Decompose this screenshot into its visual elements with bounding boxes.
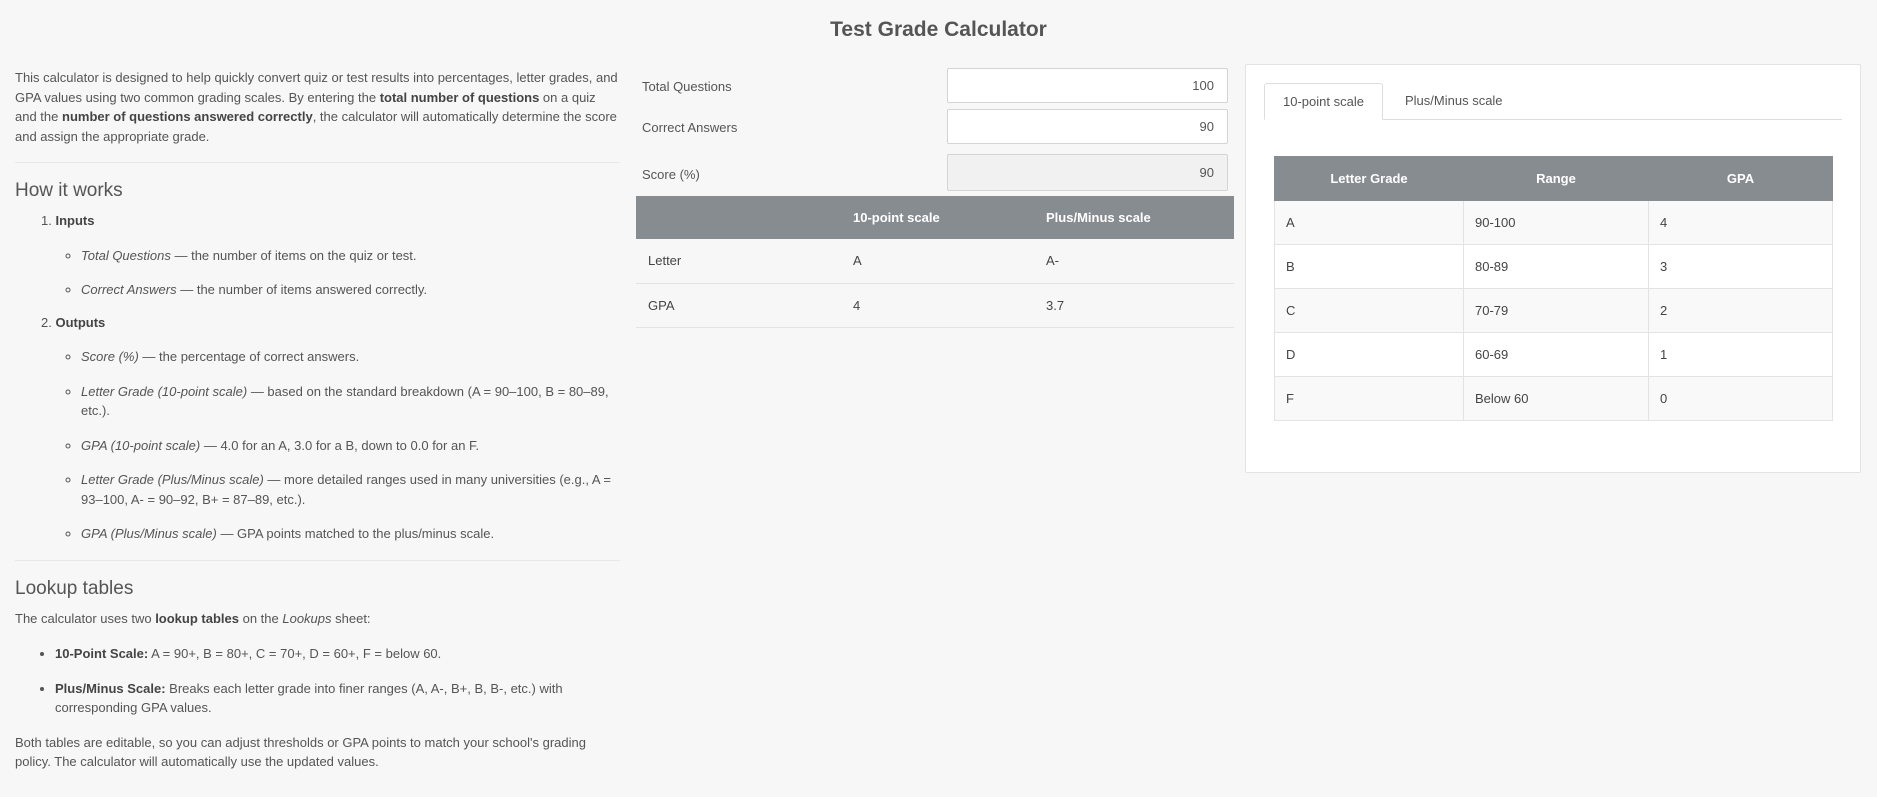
- table-cell: 60-69: [1463, 332, 1649, 377]
- outputs-list: Score (%) — the percentage of correct an…: [41, 347, 620, 544]
- tab-10-point-scale[interactable]: 10-point scale: [1264, 83, 1383, 120]
- lookup-table: Letter Grade Range GPA A 90-100 4 B 80-8…: [1274, 156, 1833, 421]
- table-cell: 80-89: [1463, 244, 1649, 289]
- table-cell: 0: [1648, 376, 1833, 421]
- steps-list: 1. Inputs Total Questions — the number o…: [15, 211, 620, 544]
- lookup-panel: 10-point scale Plus/Minus scale Letter G…: [1245, 64, 1861, 473]
- table-row: F Below 60 0: [1274, 376, 1833, 421]
- divider: [15, 162, 620, 163]
- inputs-list: Total Questions — the number of items on…: [41, 246, 620, 300]
- table-cell: B: [1274, 244, 1464, 289]
- table-cell: Letter: [636, 239, 841, 284]
- list-item: Letter Grade (Plus/Minus scale) — more d…: [81, 470, 620, 509]
- column-header: Plus/Minus scale: [1034, 196, 1234, 239]
- total-questions-input[interactable]: [947, 68, 1228, 103]
- table-cell: 4: [1648, 200, 1833, 245]
- calculator-panel: Total Questions Correct Answers Score (%…: [636, 68, 1234, 328]
- correct-answers-label: Correct Answers: [642, 120, 738, 135]
- results-table: 10-point scale Plus/Minus scale Letter A…: [636, 196, 1234, 328]
- table-row: B 80-89 3: [1274, 244, 1833, 289]
- intro-paragraph: This calculator is designed to help quic…: [15, 70, 618, 144]
- score-row: Score (%): [636, 154, 1234, 196]
- step-outputs: 2. Outputs Score (%) — the percentage of…: [41, 313, 620, 544]
- scale-tabs: 10-point scale Plus/Minus scale: [1264, 83, 1842, 120]
- list-item: Total Questions — the number of items on…: [81, 246, 620, 266]
- list-item: 10-Point Scale: A = 90+, B = 80+, C = 70…: [55, 644, 620, 664]
- lookup-bullets: 10-Point Scale: A = 90+, B = 80+, C = 70…: [15, 644, 620, 718]
- column-header: Letter Grade: [1274, 156, 1464, 201]
- table-cell: A: [1274, 200, 1464, 245]
- correct-answers-row: Correct Answers: [636, 109, 1234, 150]
- score-output: [947, 154, 1228, 191]
- lookup-tables-heading: Lookup tables: [15, 577, 134, 599]
- list-item: Letter Grade (10-point scale) — based on…: [81, 382, 620, 421]
- list-item: Correct Answers — the number of items an…: [81, 280, 620, 300]
- table-row: C 70-79 2: [1274, 288, 1833, 333]
- table-row: D 60-69 1: [1274, 332, 1833, 377]
- table-cell: F: [1274, 376, 1464, 421]
- page-title: Test Grade Calculator: [830, 18, 1047, 41]
- total-questions-label: Total Questions: [642, 79, 732, 94]
- table-cell: C: [1274, 288, 1464, 333]
- table-cell: A: [841, 239, 1034, 284]
- step-inputs: 1. Inputs Total Questions — the number o…: [41, 211, 620, 300]
- column-header: [636, 196, 841, 239]
- lookup-footer: Both tables are editable, so you can adj…: [15, 734, 586, 770]
- table-cell: 3.7: [1034, 283, 1234, 328]
- table-row: GPA 4 3.7: [636, 283, 1234, 328]
- table-cell: 1: [1648, 332, 1833, 377]
- table-cell: A-: [1034, 239, 1234, 284]
- table-cell: 90-100: [1463, 200, 1649, 245]
- column-header: 10-point scale: [841, 196, 1034, 239]
- lookup-intro: The calculator uses two lookup tables on…: [15, 610, 371, 626]
- table-cell: GPA: [636, 283, 841, 328]
- table-row: A 90-100 4: [1274, 200, 1833, 245]
- table-cell: D: [1274, 332, 1464, 377]
- tab-plus-minus-scale[interactable]: Plus/Minus scale: [1387, 83, 1521, 120]
- list-item: Plus/Minus Scale: Breaks each letter gra…: [55, 679, 620, 718]
- total-questions-row: Total Questions: [636, 68, 1234, 109]
- table-cell: 70-79: [1463, 288, 1649, 333]
- table-cell: 3: [1648, 244, 1833, 289]
- table-row: Letter A A-: [636, 239, 1234, 284]
- table-cell: 2: [1648, 288, 1833, 333]
- table-header-row: Letter Grade Range GPA: [1274, 156, 1833, 201]
- column-header: Range: [1463, 156, 1649, 201]
- divider: [15, 559, 620, 561]
- table-cell: Below 60: [1463, 376, 1649, 421]
- table-cell: 4: [841, 283, 1034, 328]
- score-label: Score (%): [642, 167, 700, 182]
- list-item: Score (%) — the percentage of correct an…: [81, 347, 620, 367]
- column-header: GPA: [1648, 156, 1833, 201]
- how-it-works-heading: How it works: [15, 180, 123, 201]
- list-item: GPA (Plus/Minus scale) — GPA points matc…: [81, 524, 620, 544]
- list-item: GPA (10-point scale) — 4.0 for an A, 3.0…: [81, 436, 620, 456]
- correct-answers-input[interactable]: [947, 109, 1228, 144]
- table-header-row: 10-point scale Plus/Minus scale: [636, 196, 1234, 239]
- instructions-panel: This calculator is designed to help quic…: [15, 68, 620, 772]
